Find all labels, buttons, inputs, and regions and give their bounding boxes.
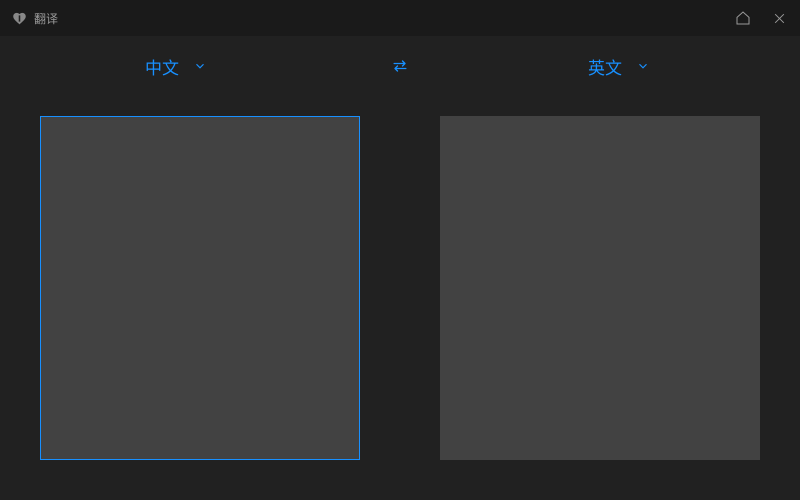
target-pane: [440, 116, 760, 460]
source-language-select[interactable]: 中文: [145, 54, 207, 79]
translation-panes: [0, 96, 800, 500]
titlebar-controls: [734, 9, 788, 27]
chevron-down-icon: [636, 59, 650, 73]
target-text-output[interactable]: [441, 117, 759, 459]
titlebar-left: 翻译: [12, 10, 58, 27]
swap-languages-button[interactable]: [390, 56, 410, 76]
source-pane: [40, 116, 360, 460]
source-language-label: 中文: [145, 54, 179, 79]
chevron-down-icon: [193, 59, 207, 73]
close-button[interactable]: [770, 9, 788, 27]
target-language-label: 英文: [588, 54, 622, 79]
target-language-select[interactable]: 英文: [588, 54, 650, 79]
source-text-input[interactable]: [41, 117, 359, 459]
language-bar: 中文 英文: [0, 36, 800, 96]
app-title: 翻译: [34, 10, 58, 27]
titlebar: 翻译: [0, 0, 800, 36]
home-button[interactable]: [734, 9, 752, 27]
app-icon: [12, 11, 27, 26]
